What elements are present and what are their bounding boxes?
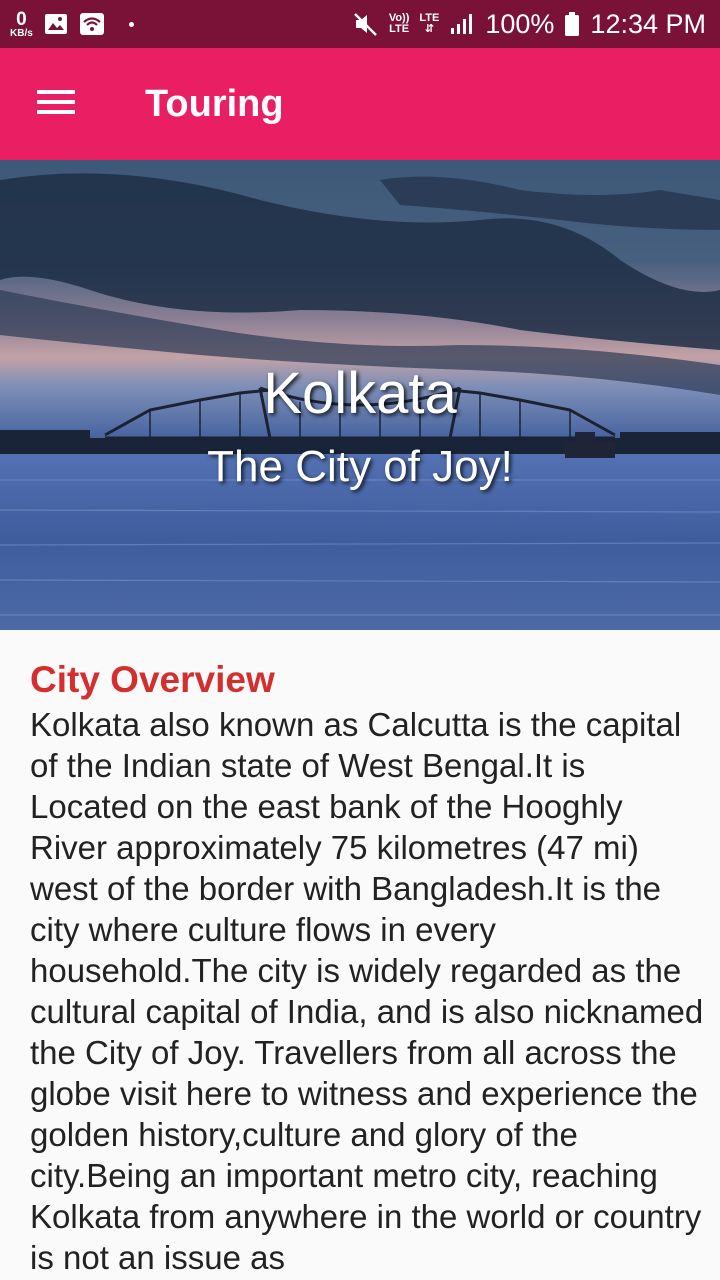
overview-heading: City Overview (30, 659, 275, 700)
status-bar-right: Vo)) LTE LTE ⇵ 100% 12:34 PM (353, 9, 706, 40)
notification-dot (128, 21, 134, 27)
hero-subtitle: The City of Joy! (207, 442, 513, 491)
volte-label-bottom: LTE (389, 23, 410, 35)
network-speed-unit: KB/s (10, 27, 33, 39)
wifi-icon (79, 11, 105, 37)
overview-body: Kolkata also known as Calcutta is the ca… (30, 706, 704, 1276)
status-bar: 0 KB/s Vo)) LTE LTE ⇵ 100% 12:34 PM (0, 0, 720, 48)
hamburger-menu-icon (37, 89, 75, 120)
battery-icon (564, 11, 580, 37)
mute-icon (353, 11, 379, 37)
hero-title: Kolkata (263, 361, 457, 426)
gallery-icon (43, 11, 69, 37)
overview-section: City Overview Kolkata also known as Calc… (0, 630, 720, 1280)
battery-percent: 100% (485, 8, 555, 39)
lte-arrows-icon: ⇵ (424, 23, 434, 35)
lte-indicator: LTE ⇵ (419, 13, 439, 35)
app-bar: Touring (0, 48, 720, 160)
hero-banner: Kolkata The City of Joy! (0, 160, 720, 630)
network-speed-value: 0 (16, 8, 27, 30)
signal-icon (449, 11, 475, 37)
app-title: Touring (145, 82, 284, 125)
status-bar-left: 0 KB/s (10, 10, 134, 39)
menu-button[interactable] (0, 48, 112, 160)
clock: 12:34 PM (590, 8, 706, 39)
network-speed: 0 KB/s (10, 10, 33, 39)
volte-indicator: Vo)) LTE (389, 13, 410, 35)
